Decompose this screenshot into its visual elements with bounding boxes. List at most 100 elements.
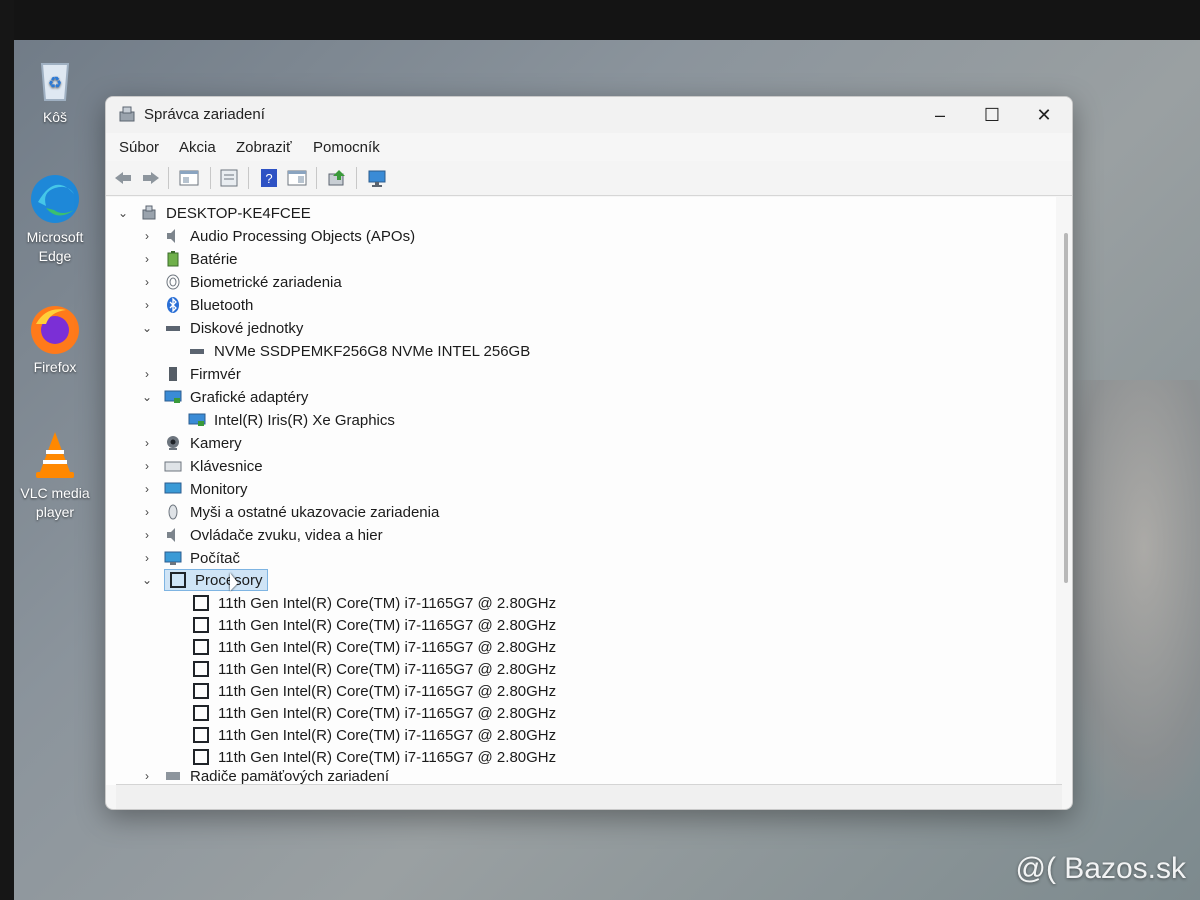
- chevron-right-icon[interactable]: ›: [140, 436, 154, 450]
- help-icon[interactable]: ?: [258, 167, 280, 189]
- chevron-down-icon[interactable]: ⌄: [140, 390, 154, 404]
- tree-device-label: 11th Gen Intel(R) Core(TM) i7-1165G7 @ 2…: [218, 704, 557, 722]
- processor-icon: [192, 683, 210, 699]
- tree-item-label: Bluetooth: [190, 296, 254, 314]
- tree-item-firmware[interactable]: › Firmvér: [140, 363, 241, 385]
- toolbar-separator: [210, 167, 211, 189]
- tree-device-iris-xe[interactable]: Intel(R) Iris(R) Xe Graphics: [188, 409, 395, 431]
- tree-device-label: 11th Gen Intel(R) Core(TM) i7-1165G7 @ 2…: [218, 594, 557, 612]
- minimize-button[interactable]: –: [914, 97, 966, 133]
- update-driver-icon[interactable]: [326, 167, 348, 189]
- forward-arrow-icon[interactable]: [140, 167, 162, 189]
- tree-device-label: 11th Gen Intel(R) Core(TM) i7-1165G7 @ 2…: [218, 748, 557, 766]
- tree-device-cpu[interactable]: 11th Gen Intel(R) Core(TM) i7-1165G7 @ 2…: [192, 724, 556, 746]
- tree-device-cpu[interactable]: 11th Gen Intel(R) Core(TM) i7-1165G7 @ 2…: [192, 592, 556, 614]
- desktop-icon-vlc[interactable]: VLC media player: [12, 428, 98, 522]
- tree-device-cpu[interactable]: 11th Gen Intel(R) Core(TM) i7-1165G7 @ 2…: [192, 680, 556, 702]
- fingerprint-icon: [164, 274, 182, 290]
- chevron-right-icon[interactable]: ›: [140, 505, 154, 519]
- toolbar-separator: [356, 167, 357, 189]
- chevron-right-icon[interactable]: ›: [140, 275, 154, 289]
- toolbar-separator: [316, 167, 317, 189]
- tree-item-computer[interactable]: › Počítač: [140, 547, 240, 569]
- desktop-icon-label: Microsoft: [26, 229, 84, 245]
- tree-item-biometric[interactable]: › Biometrické zariadenia: [140, 271, 342, 293]
- show-hide-console-tree-icon[interactable]: [178, 167, 200, 189]
- chevron-right-icon[interactable]: ›: [140, 482, 154, 496]
- chevron-right-icon[interactable]: ›: [140, 769, 154, 783]
- device-manager-icon: [118, 105, 136, 123]
- toolbar-separator: [248, 167, 249, 189]
- processor-icon: [169, 572, 187, 588]
- processor-icon: [192, 617, 210, 633]
- processor-icon: [192, 749, 210, 765]
- tree-device-label: 11th Gen Intel(R) Core(TM) i7-1165G7 @ 2…: [218, 682, 557, 700]
- tree-item-label: Radiče pamäťových zariadení: [190, 767, 390, 785]
- chevron-down-icon[interactable]: ⌄: [140, 573, 154, 587]
- tree-item-monitors[interactable]: › Monitory: [140, 478, 248, 500]
- tree-device-nvme[interactable]: NVMe SSDPEMKF256G8 NVMe INTEL 256GB: [188, 340, 530, 362]
- tree-item-label: Diskové jednotky: [190, 319, 304, 337]
- menu-action[interactable]: Akcia: [179, 139, 216, 156]
- chevron-right-icon[interactable]: ›: [140, 298, 154, 312]
- selected-item-highlight[interactable]: Procesory: [164, 569, 268, 591]
- tree-item-display-adapters[interactable]: ⌄ Grafické adaptéry: [140, 386, 308, 408]
- chevron-down-icon[interactable]: ⌄: [116, 206, 130, 220]
- tree-item-label: Ovládače zvuku, videa a hier: [190, 526, 383, 544]
- tree-item-apos[interactable]: › Audio Processing Objects (APOs): [140, 225, 415, 247]
- tree-device-cpu[interactable]: 11th Gen Intel(R) Core(TM) i7-1165G7 @ 2…: [192, 658, 556, 680]
- tree-item-storage-controllers[interactable]: › Radiče pamäťových zariadení: [140, 767, 389, 785]
- scan-hardware-changes-icon[interactable]: [366, 167, 388, 189]
- tree-device-cpu[interactable]: 11th Gen Intel(R) Core(TM) i7-1165G7 @ 2…: [192, 614, 556, 636]
- back-arrow-icon[interactable]: [112, 167, 134, 189]
- menu-file[interactable]: Súbor: [119, 139, 159, 156]
- edge-icon: [28, 172, 82, 226]
- tree-item-batteries[interactable]: › Batérie: [140, 248, 238, 270]
- tree-item-sound-video[interactable]: › Ovládače zvuku, videa a hier: [140, 524, 383, 546]
- tree-item-bluetooth[interactable]: › Bluetooth: [140, 294, 253, 316]
- storage-controller-icon: [164, 768, 182, 784]
- wallpaper-bird: [1060, 380, 1200, 800]
- tree-device-cpu[interactable]: 11th Gen Intel(R) Core(TM) i7-1165G7 @ 2…: [192, 746, 556, 768]
- tree-root-label: DESKTOP-KE4FCEE: [166, 204, 311, 222]
- disk-drive-icon: [164, 320, 182, 336]
- status-bar: [116, 784, 1062, 809]
- chevron-right-icon[interactable]: ›: [140, 367, 154, 381]
- computer-icon: [140, 205, 158, 221]
- maximize-button[interactable]: ☐: [966, 97, 1018, 133]
- desktop-icon-firefox[interactable]: Firefox: [12, 302, 98, 377]
- disk-drive-icon: [188, 343, 206, 359]
- chevron-right-icon[interactable]: ›: [140, 528, 154, 542]
- monitor-icon: [164, 481, 182, 497]
- processor-icon: [192, 595, 210, 611]
- tree-item-mice[interactable]: › Myši a ostatné ukazovacie zariadenia: [140, 501, 439, 523]
- tree-root[interactable]: ⌄ DESKTOP-KE4FCEE: [116, 202, 311, 224]
- toolbar-separator: [168, 167, 169, 189]
- desktop-icon-recycle-bin[interactable]: ♻ Kôš: [12, 52, 98, 127]
- chevron-right-icon[interactable]: ›: [140, 229, 154, 243]
- desktop-icon-label: Edge: [38, 248, 72, 264]
- tree-item-processors[interactable]: ⌄ Procesory: [140, 569, 268, 591]
- chevron-down-icon[interactable]: ⌄: [140, 321, 154, 335]
- vertical-scrollbar[interactable]: [1064, 233, 1068, 583]
- tree-item-cameras[interactable]: › Kamery: [140, 432, 242, 454]
- title-bar[interactable]: Správca zariadení – ☐ ✕: [106, 97, 1072, 133]
- tree-device-label: 11th Gen Intel(R) Core(TM) i7-1165G7 @ 2…: [218, 660, 557, 678]
- tree-device-cpu[interactable]: 11th Gen Intel(R) Core(TM) i7-1165G7 @ 2…: [192, 702, 556, 724]
- close-button[interactable]: ✕: [1018, 97, 1070, 133]
- menu-help[interactable]: Pomocník: [313, 139, 380, 156]
- firmware-icon: [164, 366, 182, 382]
- desktop-icon-edge[interactable]: Microsoft Edge: [12, 172, 98, 266]
- properties-icon[interactable]: [218, 167, 240, 189]
- action-pane-icon[interactable]: [286, 167, 308, 189]
- chevron-right-icon[interactable]: ›: [140, 459, 154, 473]
- tree-device-label: NVMe SSDPEMKF256G8 NVMe INTEL 256GB: [214, 342, 531, 360]
- menu-view[interactable]: Zobraziť: [236, 139, 292, 156]
- chevron-right-icon[interactable]: ›: [140, 252, 154, 266]
- tree-device-label: 11th Gen Intel(R) Core(TM) i7-1165G7 @ 2…: [218, 726, 557, 744]
- tree-device-cpu[interactable]: 11th Gen Intel(R) Core(TM) i7-1165G7 @ 2…: [192, 636, 556, 658]
- tree-item-disk-drives[interactable]: ⌄ Diskové jednotky: [140, 317, 303, 339]
- desktop-icon-label: VLC media: [20, 485, 90, 501]
- tree-item-keyboards[interactable]: › Klávesnice: [140, 455, 263, 477]
- chevron-right-icon[interactable]: ›: [140, 551, 154, 565]
